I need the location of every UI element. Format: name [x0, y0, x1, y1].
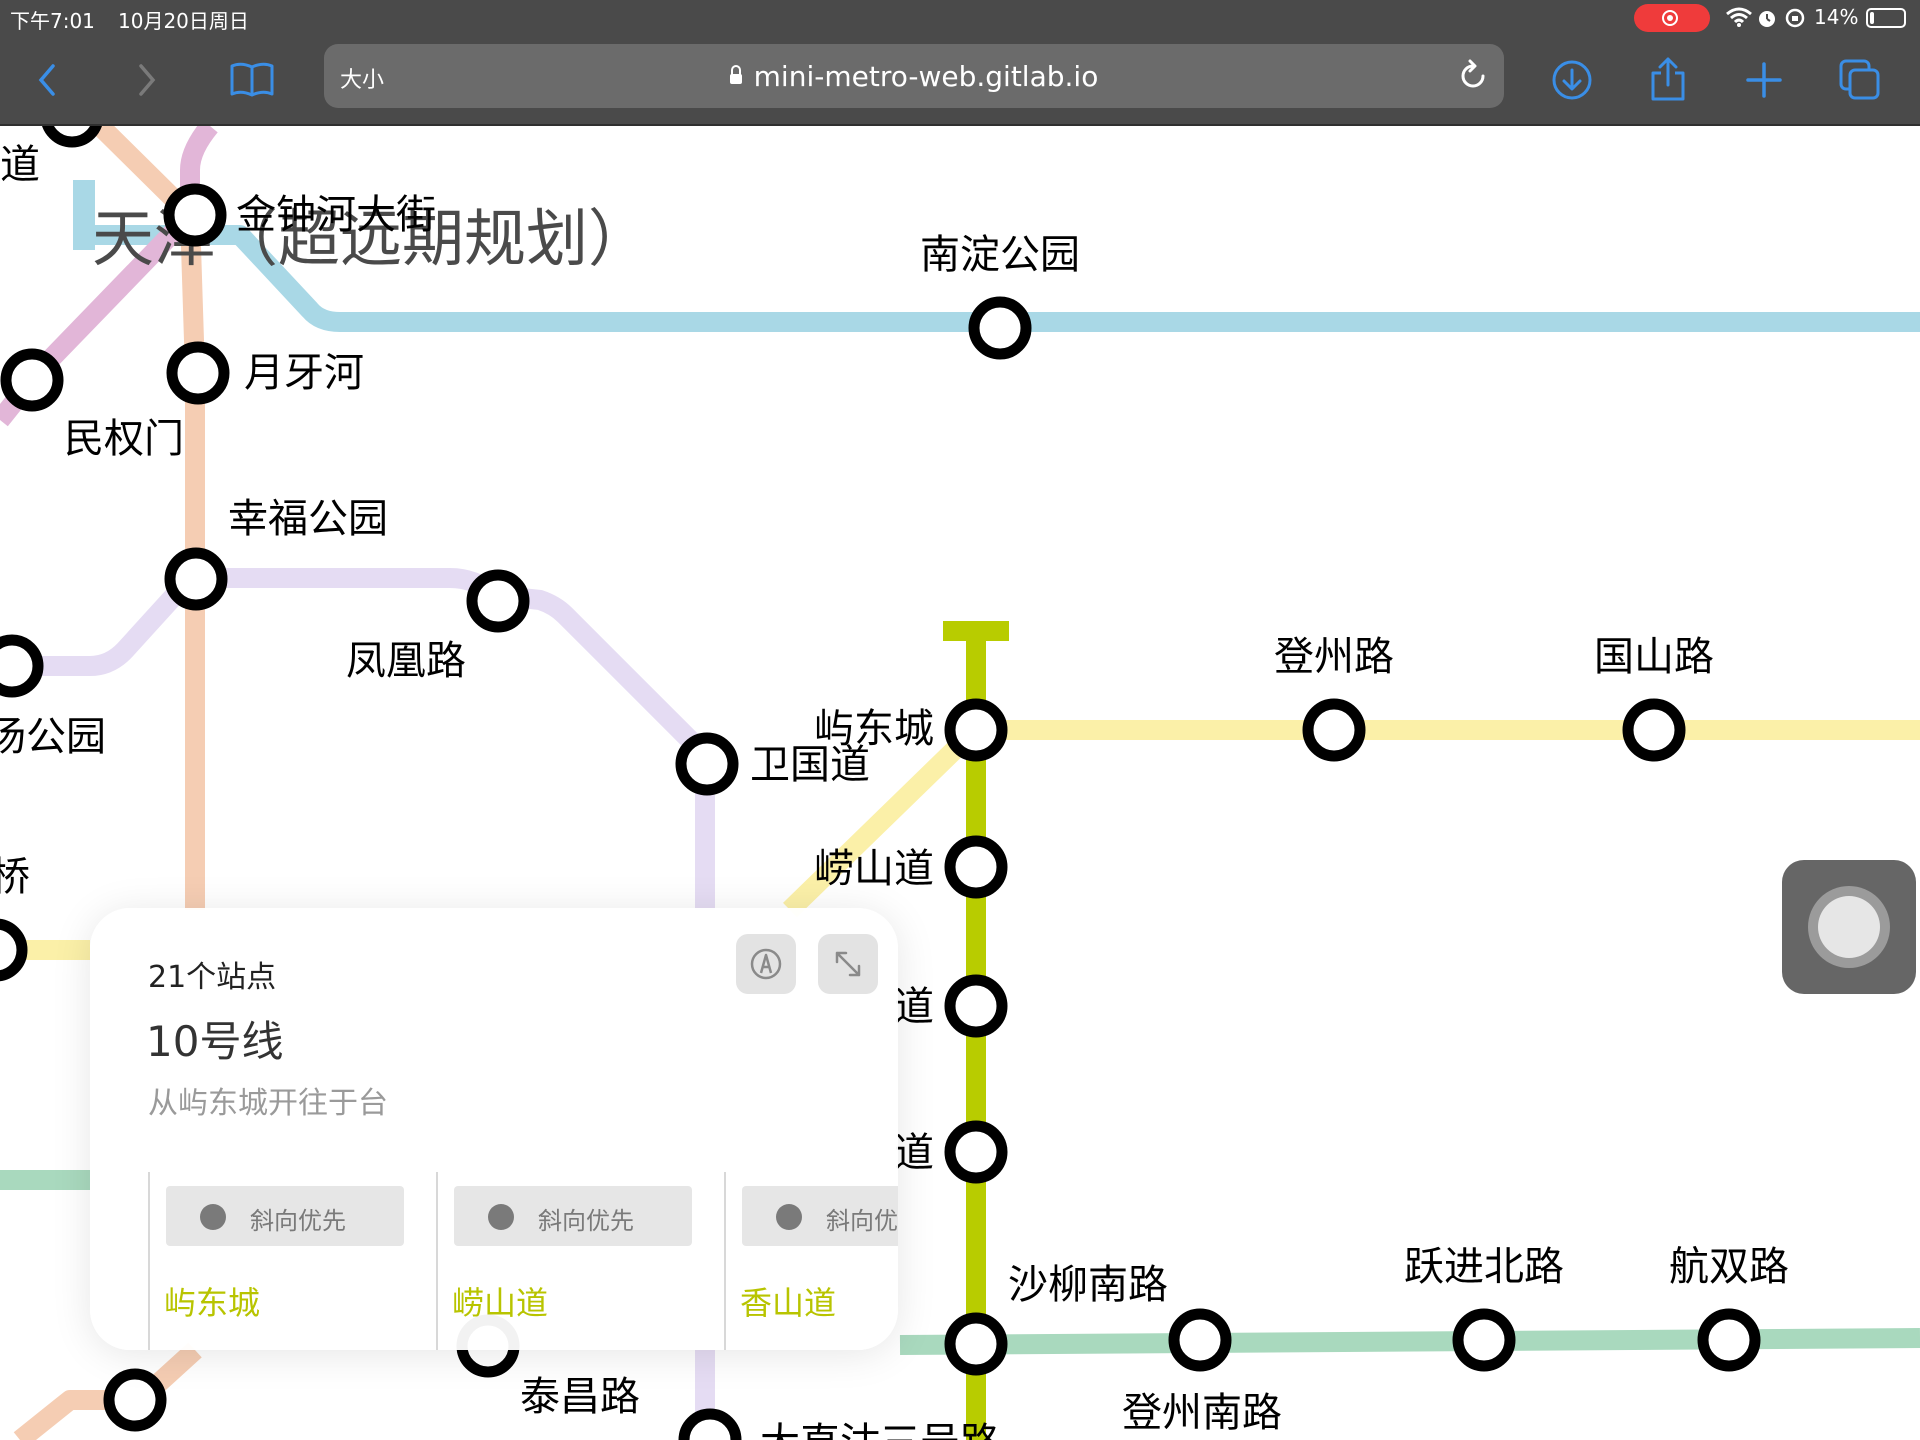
station-weiguo[interactable] [675, 732, 739, 796]
alarm-icon [1759, 11, 1775, 27]
label-dao-b: 道 [894, 1130, 934, 1176]
downloads-button[interactable] [1544, 52, 1600, 108]
priority-toggle[interactable]: 斜向优先 [454, 1186, 692, 1246]
label-minquanmen: 民权门 [64, 416, 184, 462]
station-jinzhonghe[interactable] [163, 183, 227, 247]
reload-icon[interactable] [1456, 58, 1490, 94]
label-jinzhonghe: 金钟河大街 [236, 192, 436, 238]
diagonal-arrow-icon [488, 1204, 514, 1230]
lock-icon [729, 65, 742, 84]
station-dao-a[interactable] [944, 974, 1008, 1038]
back-icon [38, 64, 55, 96]
label-fenghuang: 凤凰路 [346, 638, 466, 684]
label-yueyahe: 月牙河 [244, 350, 364, 396]
stop-item[interactable]: 斜向优先 香山道 [724, 1172, 898, 1350]
label-xingfu: 幸福公园 [228, 496, 388, 542]
label-yudongcheng: 屿东城 [814, 706, 934, 752]
tabs-icon [1839, 59, 1880, 100]
screen-recording-indicator[interactable] [1634, 4, 1710, 32]
address-bar[interactable]: 大小 mini-metro-web.gitlab.io [324, 44, 1504, 108]
station-dengzhou[interactable] [1302, 698, 1366, 762]
assistive-touch-center [1818, 896, 1880, 958]
label-laoshan: 崂山道 [814, 846, 934, 892]
stop-name: 崂山道 [452, 1284, 549, 1322]
station-nandian[interactable] [968, 296, 1032, 360]
label-dengzhou: 登州路 [1274, 634, 1394, 680]
station-fenghuang[interactable] [466, 569, 530, 633]
station-bottom-cut[interactable] [678, 1408, 742, 1440]
forward-icon [139, 64, 156, 96]
status-date: 10月20日周日 [118, 9, 249, 33]
label-yuejinbei: 跃进北路 [1404, 1244, 1564, 1290]
status-time: 下午7:01 [10, 9, 95, 33]
orientation-lock-icon [1785, 8, 1805, 28]
station-minquanmen[interactable] [0, 348, 64, 412]
station-dao-b[interactable] [944, 1120, 1008, 1184]
new-tab-button[interactable] [1736, 52, 1792, 108]
label-yang: 汤公园 [0, 714, 106, 760]
label-dengzhounan: 登州南路 [1122, 1390, 1282, 1436]
status-bar: 下午7:01 10月20日周日 14% [0, 0, 1920, 36]
priority-toggle[interactable]: 斜向优先 [166, 1186, 404, 1246]
expand-icon [835, 951, 861, 977]
bookmarks-button[interactable] [224, 52, 280, 108]
battery-icon [1866, 8, 1906, 28]
share-button[interactable] [1640, 52, 1696, 108]
station-bottom-left[interactable] [103, 1368, 167, 1432]
stop-item[interactable]: 斜向优先 崂山道 [436, 1172, 726, 1350]
label-guoshan: 国山路 [1594, 634, 1714, 680]
download-icon [1552, 60, 1592, 100]
stop-name: 屿东城 [164, 1284, 261, 1322]
bookmarks-icon [230, 62, 274, 97]
diagonal-arrow-icon [200, 1204, 226, 1230]
expand-button[interactable] [818, 934, 878, 994]
stop-name: 香山道 [740, 1284, 837, 1322]
station-hangshuang[interactable] [1697, 1308, 1761, 1372]
station-guoshan[interactable] [1622, 698, 1686, 762]
station-yuejinbei[interactable] [1452, 1308, 1516, 1372]
stop-list: 斜向优先 屿东城 斜向优先 崂山道 斜向优先 香山道 [148, 1172, 898, 1350]
priority-toggle[interactable]: 斜向优先 [742, 1186, 898, 1246]
station-dengzhounan[interactable] [1168, 1308, 1232, 1372]
station-yueyahe[interactable] [166, 341, 230, 405]
label-shaliunan: 沙柳南路 [1008, 1262, 1168, 1308]
label-taichang: 泰昌路 [520, 1374, 640, 1420]
label-dao-top: 道 [0, 142, 40, 188]
station-count: 21个站点 [148, 960, 277, 995]
station-laoshan[interactable] [944, 835, 1008, 899]
diagonal-arrow-icon [776, 1204, 802, 1230]
station-yang[interactable] [0, 634, 44, 698]
station-xingfu[interactable] [164, 547, 228, 611]
back-button[interactable] [20, 52, 76, 108]
share-icon [1651, 57, 1685, 101]
label-hangshuang: 航双路 [1669, 1244, 1789, 1290]
url-text: mini-metro-web.gitlab.io [753, 60, 1099, 93]
station-shaliunan[interactable] [944, 1312, 1008, 1376]
browser-toolbar: 大小 mini-metro-web.gitlab.io [0, 36, 1920, 126]
line-direction: 从屿东城开往于台 [148, 1086, 388, 1121]
new-tab-icon [1746, 62, 1782, 98]
url-display[interactable]: mini-metro-web.gitlab.io [324, 60, 1504, 93]
assistive-touch-button[interactable] [1782, 860, 1916, 994]
forward-button[interactable] [118, 52, 174, 108]
pen-icon [750, 948, 782, 980]
label-qiao: 桥 [0, 854, 30, 900]
tabs-overview-button[interactable] [1832, 52, 1888, 108]
wifi-icon [1726, 7, 1752, 27]
station-qiao[interactable] [0, 918, 28, 982]
edit-line-button[interactable] [736, 934, 796, 994]
line-info-card[interactable]: 21个站点 10号线 从屿东城开往于台 斜向优先 屿东城 斜向优先 崂山道 斜向… [90, 908, 898, 1350]
line-name: 10号线 [146, 1017, 284, 1066]
label-dao-a: 道 [894, 984, 934, 1030]
station-dao-top[interactable] [42, 126, 102, 148]
label-nandian: 南淀公园 [920, 232, 1080, 278]
stop-item[interactable]: 斜向优先 屿东城 [148, 1172, 438, 1350]
label-bottom-cut: 大直沽三号路 [760, 1420, 1000, 1440]
station-yudongcheng[interactable] [944, 698, 1008, 762]
battery-percent: 14% [1814, 5, 1859, 29]
